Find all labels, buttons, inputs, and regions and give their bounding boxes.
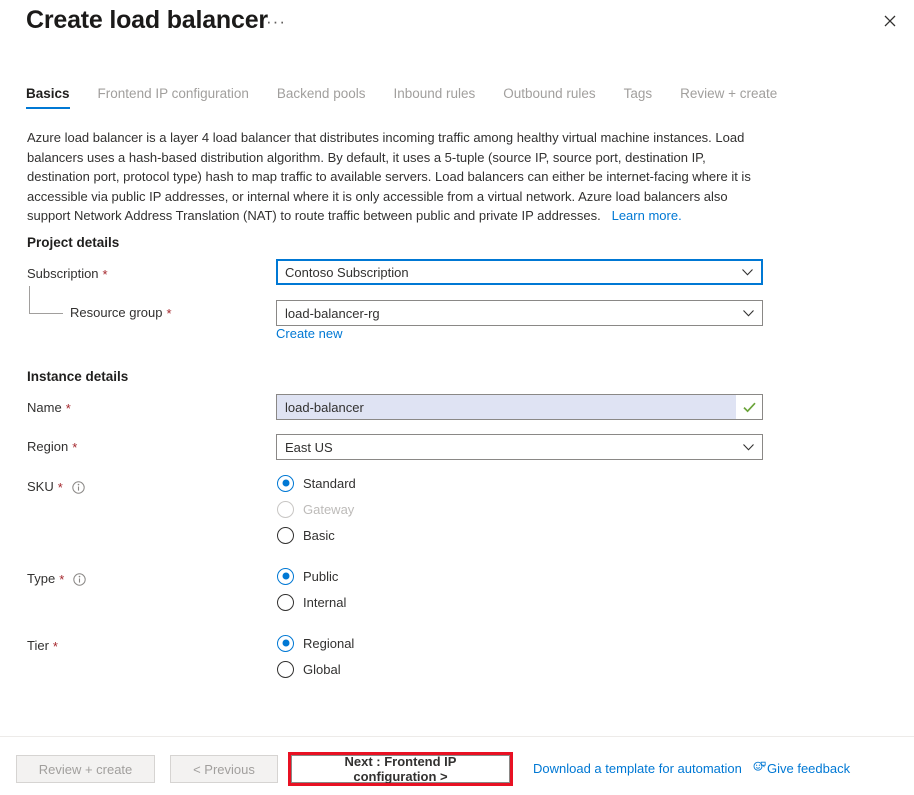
tab-basics[interactable]: Basics — [26, 86, 70, 109]
previous-button[interactable]: < Previous — [170, 755, 278, 783]
region-required-marker: * — [72, 441, 77, 454]
tab-inbound-rules[interactable]: Inbound rules — [393, 86, 475, 109]
tab-outbound-rules[interactable]: Outbound rules — [503, 86, 595, 109]
region-dropdown[interactable]: East US — [276, 434, 763, 460]
type-label: Type * — [27, 571, 86, 586]
subscription-label: Subscription * — [27, 266, 108, 281]
tab-tags[interactable]: Tags — [624, 86, 653, 109]
sku-option-standard[interactable]: Standard — [277, 473, 356, 493]
sku-option-gateway: Gateway — [277, 499, 354, 519]
tier-option-global[interactable]: Global — [277, 659, 341, 679]
blade-description: Azure load balancer is a layer 4 load ba… — [27, 128, 767, 226]
subscription-value: Contoso Subscription — [278, 265, 733, 280]
section-title-instance-details: Instance details — [27, 369, 128, 384]
tier-option-regional-label: Regional — [303, 636, 354, 651]
resource-group-label-text: Resource group — [70, 305, 163, 320]
resource-group-dropdown[interactable]: load-balancer-rg — [276, 300, 763, 326]
page-title: Create load balancer — [26, 6, 268, 35]
more-options-icon[interactable]: ··· — [262, 10, 290, 34]
sku-option-standard-label: Standard — [303, 476, 356, 491]
subscription-label-text: Subscription — [27, 266, 99, 281]
tab-bar: Basics Frontend IP configuration Backend… — [26, 86, 805, 109]
create-new-resource-group-link[interactable]: Create new — [276, 326, 342, 341]
subscription-dropdown[interactable]: Contoso Subscription — [276, 259, 763, 285]
tier-option-regional[interactable]: Regional — [277, 633, 354, 653]
feedback-icon — [753, 761, 767, 776]
footer-separator — [0, 736, 914, 737]
type-option-public[interactable]: Public — [277, 566, 338, 586]
blade-header: Create load balancer ··· — [0, 0, 914, 60]
resource-group-label: Resource group * — [70, 305, 172, 320]
sku-option-gateway-label: Gateway — [303, 502, 354, 517]
sku-label-text: SKU — [27, 479, 54, 494]
resource-group-value: load-balancer-rg — [277, 306, 734, 321]
chevron-down-icon — [733, 269, 761, 276]
type-option-internal-label: Internal — [303, 595, 346, 610]
section-title-project-details: Project details — [27, 235, 119, 250]
name-label: Name * — [27, 400, 71, 415]
chevron-down-icon — [734, 444, 762, 451]
tab-review-create[interactable]: Review + create — [680, 86, 777, 109]
close-icon[interactable] — [874, 8, 906, 34]
name-input[interactable]: load-balancer — [276, 394, 763, 420]
info-icon[interactable] — [72, 481, 85, 494]
radio-icon — [277, 475, 294, 492]
name-required-marker: * — [66, 402, 71, 415]
tier-required-marker: * — [53, 640, 58, 653]
tab-frontend-ip-configuration[interactable]: Frontend IP configuration — [98, 86, 249, 109]
learn-more-link[interactable]: Learn more. — [612, 208, 682, 223]
tab-backend-pools[interactable]: Backend pools — [277, 86, 366, 109]
tier-label: Tier * — [27, 638, 58, 653]
type-label-text: Type — [27, 571, 55, 586]
tier-label-text: Tier — [27, 638, 49, 653]
give-feedback-label: Give feedback — [767, 761, 850, 776]
type-required-marker: * — [59, 573, 64, 586]
sku-label: SKU * — [27, 479, 85, 494]
sku-required-marker: * — [58, 481, 63, 494]
download-template-link[interactable]: Download a template for automation — [533, 761, 742, 776]
give-feedback-link[interactable]: Give feedback — [753, 761, 850, 776]
review-create-button[interactable]: Review + create — [16, 755, 155, 783]
chevron-down-icon — [734, 310, 762, 317]
resource-group-required-marker: * — [167, 307, 172, 320]
sku-option-basic-label: Basic — [303, 528, 335, 543]
tier-option-global-label: Global — [303, 662, 341, 677]
valid-check-icon — [736, 395, 762, 419]
radio-icon — [277, 635, 294, 652]
name-label-text: Name — [27, 400, 62, 415]
subscription-required-marker: * — [103, 268, 108, 281]
radio-icon — [277, 527, 294, 544]
region-label-text: Region — [27, 439, 68, 454]
next-button[interactable]: Next : Frontend IP configuration > — [291, 755, 510, 783]
resource-group-tree-connector — [29, 286, 63, 314]
info-icon[interactable] — [73, 573, 86, 586]
type-option-public-label: Public — [303, 569, 338, 584]
region-label: Region * — [27, 439, 77, 454]
sku-option-basic[interactable]: Basic — [277, 525, 335, 545]
region-value: East US — [277, 440, 734, 455]
radio-icon — [277, 661, 294, 678]
radio-icon — [277, 594, 294, 611]
radio-icon — [277, 501, 294, 518]
name-value: load-balancer — [277, 400, 736, 415]
radio-icon — [277, 568, 294, 585]
type-option-internal[interactable]: Internal — [277, 592, 346, 612]
